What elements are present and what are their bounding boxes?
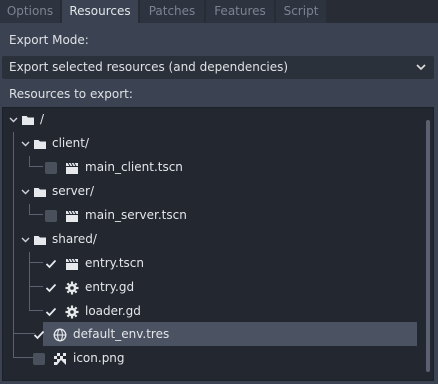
export-mode-label: Export Mode:: [9, 33, 89, 47]
tree-item-label: main_server.tscn: [85, 208, 187, 222]
tree-item-label: /: [40, 112, 45, 126]
resource-tree[interactable]: / client/ main_client.tscn server/ main_…: [2, 107, 434, 381]
checkmark-icon: [45, 307, 57, 317]
tab-options[interactable]: Options: [0, 0, 60, 23]
checkmark-icon: [45, 283, 57, 293]
tree-row-loader-gd[interactable]: loader.gd: [3, 300, 431, 324]
tab-features[interactable]: Features: [206, 0, 274, 23]
tree-item-label: client/: [52, 136, 90, 150]
export-mode-value: Export selected resources (and dependenc…: [9, 60, 289, 74]
checkmark-icon: [33, 330, 45, 340]
export-checkbox[interactable]: [33, 329, 45, 341]
tree-item-label: default_env.tres: [73, 327, 170, 341]
export-dialog: Options Resources Patches Features Scrip…: [0, 0, 438, 384]
folder-icon: [22, 116, 34, 125]
tab-bar: Options Resources Patches Features Scrip…: [0, 0, 438, 23]
tree-row-main-client[interactable]: main_client.tscn: [3, 156, 431, 180]
export-checkbox[interactable]: [45, 282, 57, 294]
chevron-down-icon[interactable]: [21, 189, 30, 195]
clapperboard-icon: [66, 258, 78, 270]
tree-item-label: entry.tscn: [85, 256, 144, 270]
gear-icon: [65, 281, 79, 295]
resources-label: Resources to export:: [9, 87, 133, 101]
tree-row-icon-png[interactable]: icon.png: [3, 346, 431, 370]
tree-item-label: main_client.tscn: [85, 160, 183, 174]
export-checkbox[interactable]: [45, 306, 57, 318]
tree-row-default-env-content[interactable]: default_env.tres: [3, 322, 431, 346]
chevron-down-icon: [416, 64, 426, 71]
tree-row-server[interactable]: server/: [3, 180, 431, 204]
tab-resources[interactable]: Resources: [62, 0, 138, 23]
tree-scrollbar[interactable]: [426, 120, 430, 372]
checkmark-icon: [45, 259, 57, 269]
tree-item-label: loader.gd: [85, 304, 141, 318]
chevron-down-icon[interactable]: [21, 237, 30, 243]
gear-icon: [65, 305, 79, 319]
tab-patches[interactable]: Patches: [140, 0, 204, 23]
folder-icon: [34, 188, 46, 197]
clapperboard-icon: [66, 210, 78, 222]
tree-row-root[interactable]: /: [3, 108, 431, 132]
tree-row-client[interactable]: client/: [3, 132, 431, 156]
chevron-down-icon[interactable]: [21, 141, 30, 147]
tree-row-shared[interactable]: shared/: [3, 228, 431, 252]
tree-row-entry-tscn[interactable]: entry.tscn: [3, 252, 431, 276]
folder-icon: [34, 236, 46, 245]
tree-row-entry-gd[interactable]: entry.gd: [3, 276, 431, 300]
clapperboard-icon: [66, 162, 78, 174]
tree-item-label: icon.png: [73, 351, 125, 365]
export-mode-select[interactable]: Export selected resources (and dependenc…: [2, 56, 434, 79]
export-checkbox[interactable]: [45, 210, 57, 222]
tab-script[interactable]: Script: [276, 0, 326, 23]
image-icon: [54, 353, 66, 365]
chevron-down-icon[interactable]: [9, 117, 18, 123]
tree-item-label: shared/: [52, 232, 97, 246]
export-checkbox[interactable]: [45, 162, 57, 174]
globe-icon: [53, 328, 67, 342]
tree-row-main-server[interactable]: main_server.tscn: [3, 204, 431, 228]
export-checkbox[interactable]: [45, 258, 57, 270]
tree-item-label: entry.gd: [85, 280, 135, 294]
export-checkbox[interactable]: [33, 353, 45, 365]
tree-item-label: server/: [52, 184, 95, 198]
folder-icon: [34, 140, 46, 149]
